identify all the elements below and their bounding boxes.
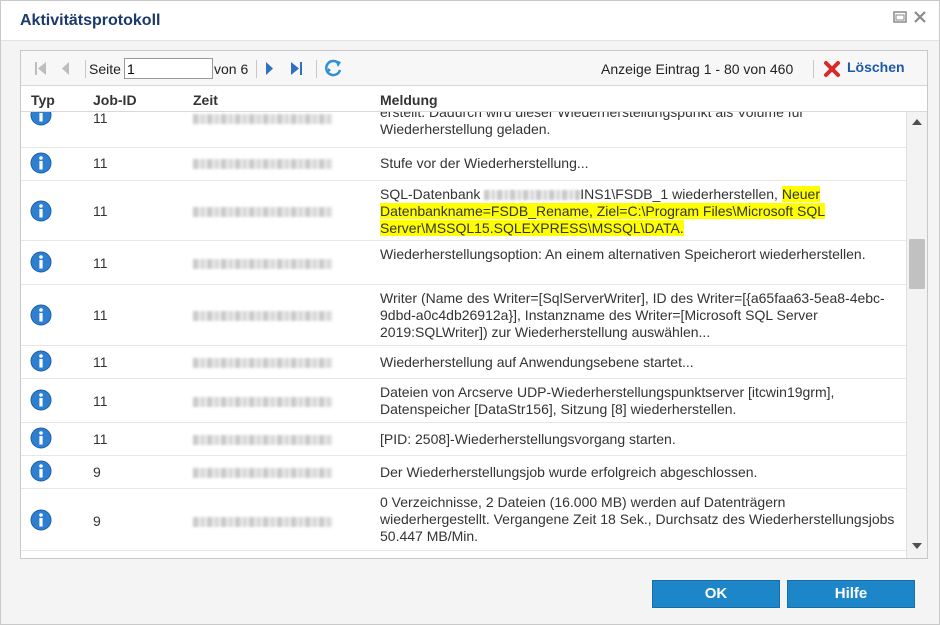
toolbar-separator [813, 60, 814, 78]
first-page-icon[interactable] [33, 60, 49, 77]
info-icon [30, 304, 52, 326]
info-icon [30, 389, 52, 411]
table-row[interactable]: 11 SQL-Datenbank INS1\FSDB_1 wiederherst… [21, 181, 906, 241]
message-text: SQL-Datenbank [380, 186, 485, 202]
table-row[interactable]: 9 0 Verzeichnisse, 2 Dateien (16.000 MB)… [21, 489, 906, 551]
prev-page-icon[interactable] [60, 60, 72, 77]
job-id: 11 [93, 255, 108, 271]
page-count-label: von 6 [214, 61, 249, 77]
scroll-up-icon[interactable] [911, 117, 923, 127]
info-icon [30, 152, 52, 174]
time-redacted [193, 517, 333, 527]
log-message: Stufe vor der Wiederherstellung... [380, 155, 589, 171]
job-id: 9 [93, 513, 101, 529]
info-icon [30, 350, 52, 372]
table-row[interactable]: 11 Writer (Name des Writer=[SqlServerWri… [21, 285, 906, 346]
activity-log-dialog: Aktivitätsprotokoll Seite von 6 [0, 0, 940, 625]
page-number-input[interactable] [124, 58, 213, 79]
log-message: Writer (Name des Writer=[SqlServerWriter… [380, 290, 885, 340]
column-header-meldung[interactable]: Meldung [380, 92, 438, 108]
table-row[interactable]: 11 erstellt. Dadurch wird dieser Wiederh… [21, 112, 906, 148]
info-icon [30, 251, 52, 273]
restore-icon[interactable] [892, 9, 908, 25]
dialog-titlebar: Aktivitätsprotokoll [1, 1, 939, 41]
toolbar-separator [256, 60, 257, 78]
job-id: 11 [93, 155, 108, 171]
log-message: Der Wiederherstellungsjob wurde erfolgre… [380, 464, 758, 480]
log-panel: Seite von 6 Anzeige Eintrag 1 - 80 von 4… [20, 50, 928, 559]
last-page-icon[interactable] [288, 60, 304, 77]
info-icon [30, 112, 52, 126]
log-message: 0 Verzeichnisse, 2 Dateien (16.000 MB) w… [380, 494, 895, 544]
next-page-icon[interactable] [263, 60, 275, 77]
delete-icon [824, 61, 840, 77]
toolbar-separator [316, 60, 317, 78]
paging-toolbar: Seite von 6 Anzeige Eintrag 1 - 80 von 4… [21, 51, 927, 86]
job-id: 11 [93, 203, 108, 219]
toolbar-separator [85, 60, 86, 78]
column-header-job-id[interactable]: Job-ID [93, 92, 137, 108]
grid-header: Typ Job-ID Zeit Meldung [21, 86, 927, 112]
scroll-down-icon[interactable] [911, 541, 923, 551]
time-redacted [193, 207, 333, 217]
job-id: 11 [93, 307, 108, 323]
table-row[interactable]: 11 Wiederherstellung auf Anwendungsebene… [21, 346, 906, 379]
table-row[interactable]: 11 Stufe vor der Wiederherstellung... [21, 148, 906, 181]
info-icon [30, 200, 52, 222]
job-id: 11 [93, 112, 108, 126]
table-row[interactable]: 11 [PID: 2508]-Wiederherstellungsvorgang… [21, 423, 906, 456]
display-range-info: Anzeige Eintrag 1 - 80 von 460 [601, 61, 794, 77]
message-text: INS1\FSDB_1 wiederherstellen, [580, 186, 782, 202]
time-redacted [193, 311, 333, 321]
info-icon [30, 509, 52, 531]
table-row[interactable]: 11 Wiederherstellungsoption: An einem al… [21, 241, 906, 285]
log-message: Wiederherstellung auf Anwendungsebene st… [380, 354, 694, 370]
redacted-server-name [484, 190, 581, 201]
log-message: Dateien von Arcserve UDP-Wiederherstellu… [380, 384, 835, 417]
table-row[interactable]: 9 Der Wiederherstellungsjob wurde erfolg… [21, 456, 906, 489]
job-id: 9 [93, 464, 101, 480]
log-message: Wiederherstellungsoption: An einem alter… [380, 246, 866, 262]
ok-button[interactable]: OK [652, 580, 780, 608]
dialog-title: Aktivitätsprotokoll [20, 12, 161, 29]
log-message: erstellt. Dadurch wird dieser Wiederhers… [380, 112, 805, 137]
time-redacted [193, 159, 333, 169]
job-id: 11 [93, 431, 108, 447]
log-message: SQL-Datenbank INS1\FSDB_1 wiederherstell… [380, 186, 895, 237]
log-message: [PID: 2508]-Wiederherstellungsvorgang st… [380, 431, 676, 447]
grid-rows: 11 erstellt. Dadurch wird dieser Wiederh… [21, 112, 906, 551]
job-id: 11 [93, 393, 108, 409]
delete-label: Löschen [847, 59, 905, 75]
close-icon[interactable] [912, 9, 928, 25]
column-header-typ[interactable]: Typ [31, 92, 55, 108]
time-redacted [193, 358, 333, 368]
info-icon [30, 460, 52, 482]
table-row[interactable]: 11 Dateien von Arcserve UDP-Wiederherste… [21, 379, 906, 423]
page-label: Seite [89, 61, 121, 77]
job-id: 11 [93, 354, 108, 370]
column-header-zeit[interactable]: Zeit [193, 92, 218, 108]
info-icon [30, 427, 52, 449]
time-redacted [193, 114, 333, 124]
time-redacted [193, 397, 333, 407]
time-redacted [193, 435, 333, 445]
vertical-scrollbar[interactable] [906, 112, 927, 558]
refresh-icon[interactable] [323, 58, 343, 78]
time-redacted [193, 468, 333, 478]
grid-body[interactable]: 11 erstellt. Dadurch wird dieser Wiederh… [21, 112, 906, 558]
time-redacted [193, 259, 333, 269]
scrollbar-thumb[interactable] [909, 239, 925, 289]
help-button[interactable]: Hilfe [787, 580, 915, 608]
